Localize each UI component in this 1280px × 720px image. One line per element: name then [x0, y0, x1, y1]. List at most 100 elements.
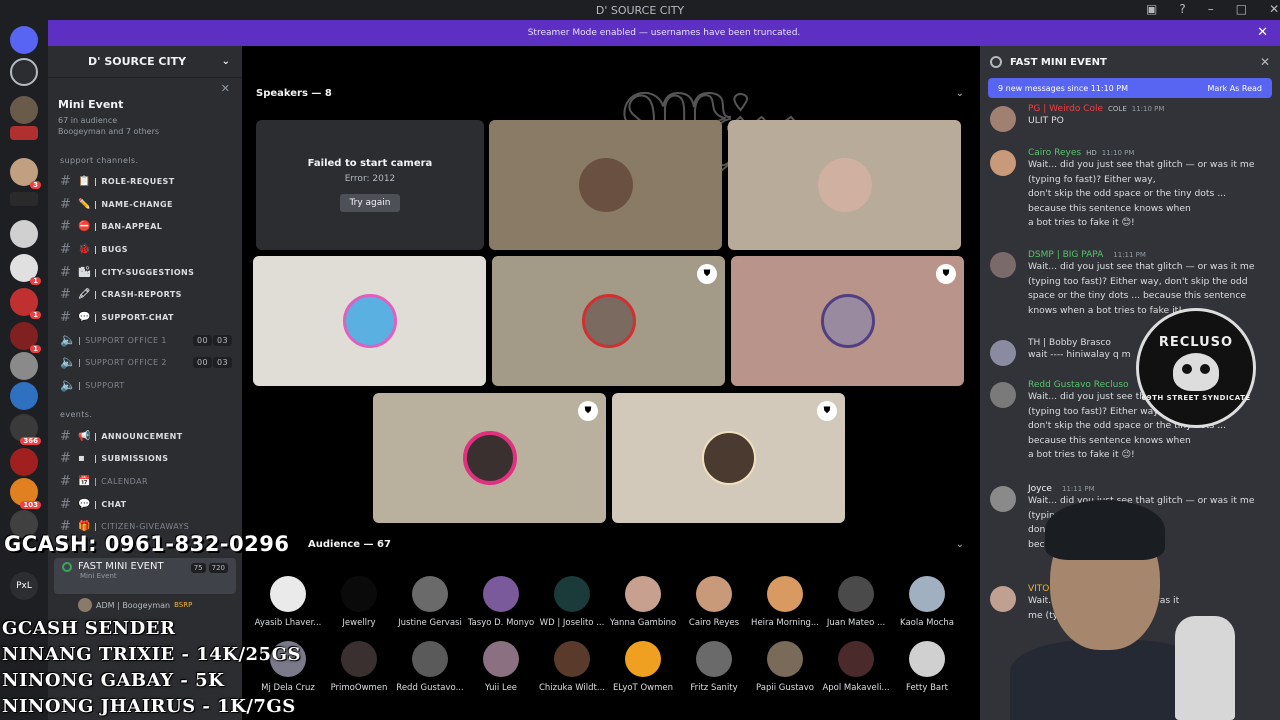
audience-member[interactable]: Kaola Mocha	[892, 576, 962, 628]
speaker-tile[interactable]: ⛊	[612, 393, 845, 523]
speaker-tile[interactable]: ⛊	[731, 256, 964, 386]
audience-member[interactable]: Fritz Sanity	[679, 641, 749, 693]
try-again-button[interactable]: Try again	[340, 194, 400, 212]
channel-item[interactable]: # ✏️ | NAME-CHANGE	[48, 193, 242, 216]
channel-item[interactable]: # 🖍 | CRASH-REPORTS	[48, 283, 242, 306]
audience-member[interactable]: Tasyo D. Monyo	[466, 576, 536, 628]
message-author[interactable]: Joyce	[1028, 484, 1052, 494]
audience-member[interactable]: WD | Joselito ...	[537, 576, 607, 628]
avatar[interactable]	[990, 382, 1016, 408]
avatar[interactable]	[990, 340, 1016, 366]
minimize-button[interactable]: –	[1208, 2, 1214, 16]
event-channel-item[interactable]: # 📅 | CALENDAR	[48, 470, 242, 493]
audience-member-name: Redd Gustavo...	[396, 683, 464, 693]
speaker-tile[interactable]	[489, 120, 722, 250]
close-icon[interactable]: ✕	[221, 82, 230, 95]
speaker-tile[interactable]: ⛊	[373, 393, 606, 523]
channel-item[interactable]: # 📋 | ROLE-REQUEST	[48, 170, 242, 193]
server-icon[interactable]: 1	[10, 288, 41, 319]
message-author[interactable]: Redd Gustavo Recluso	[1028, 380, 1129, 390]
server-icon[interactable]	[10, 192, 38, 206]
server-icon[interactable]: 3	[10, 158, 41, 189]
speaker-tile[interactable]	[728, 120, 961, 250]
audience-member[interactable]: Fetty Bart	[892, 641, 962, 693]
chevron-down-icon[interactable]: ⌄	[956, 539, 964, 550]
new-messages-bar[interactable]: 9 new messages since 11:10 PM Mark As Re…	[988, 78, 1272, 98]
server-icon[interactable]	[10, 448, 38, 476]
avatar	[412, 641, 448, 677]
speaker-tile[interactable]: ⛊	[492, 256, 725, 386]
audience-member-name: Fritz Sanity	[690, 683, 738, 693]
server-icon[interactable]: 1	[10, 322, 41, 353]
message-author[interactable]: PG | Weirdo Cole	[1028, 104, 1103, 114]
audience-member[interactable]: Justine Gervasi	[395, 576, 465, 628]
direct-messages-icon[interactable]	[10, 58, 38, 86]
audience-member[interactable]: Chizuka Wildt...	[537, 641, 607, 693]
avatar[interactable]	[990, 106, 1016, 132]
close-banner-button[interactable]: ✕	[1257, 25, 1268, 40]
chat-message: DSMP | BIG PAPA 11:11 PM Wait... did you j…	[990, 250, 1274, 318]
stage-card-title: Mini Event	[58, 98, 124, 111]
audience-member[interactable]: Yuii Lee	[466, 641, 536, 693]
channel-list: # 📋 | ROLE-REQUEST # ✏️ | NAME-CHANGE # ⛔ | BAN-APP…	[48, 170, 242, 397]
event-channel-item[interactable]: # 💬 | CHAT	[48, 493, 242, 516]
audience-member[interactable]: Papii Gustavo	[750, 641, 820, 693]
server-header[interactable]: D' SOURCE CITY ⌄	[48, 46, 242, 78]
maximize-button[interactable]: □	[1236, 2, 1247, 16]
server-pxl-icon[interactable]: PxL	[10, 572, 38, 600]
avatar[interactable]	[990, 252, 1016, 278]
server-icon[interactable]	[10, 126, 38, 140]
category-support[interactable]: support channels.	[48, 150, 242, 170]
avatar	[78, 598, 92, 613]
server-icon[interactable]	[10, 352, 38, 380]
event-channel-item[interactable]: # ▪ | SUBMISSIONS	[48, 448, 242, 471]
message-author[interactable]: Cairo Reyes	[1028, 148, 1081, 158]
active-voice-channel[interactable]: FAST MINI EVENT Mini Event 75 720	[54, 558, 236, 595]
voice-channel-item[interactable]: 🔈 | SUPPORT OFFICE 1 00 03	[48, 329, 242, 352]
role-tag: COLE	[1108, 105, 1127, 113]
audience-member[interactable]: Heira Morning...	[750, 576, 820, 628]
server-icon[interactable]	[10, 382, 38, 410]
channel-item[interactable]: # 🐞 | BUGS	[48, 238, 242, 261]
inbox-icon[interactable]: ▣	[1146, 2, 1157, 16]
voice-user[interactable]: ADM | Boogeyman BSRP	[48, 596, 242, 614]
server-icon[interactable]	[10, 96, 38, 124]
chevron-down-icon[interactable]: ⌄	[956, 88, 964, 99]
help-icon[interactable]: ?	[1179, 2, 1185, 16]
event-channel-item[interactable]: # 📢 | ANNOUNCEMENT	[48, 425, 242, 448]
discord-home-icon[interactable]	[10, 26, 38, 54]
avatar[interactable]	[990, 150, 1016, 176]
microphone-graphic	[1175, 616, 1235, 720]
audience-member[interactable]: PrimoOwmen	[324, 641, 394, 693]
voice-channel-item[interactable]: 🔈 | SUPPORT OFFICE 2 00 03	[48, 352, 242, 375]
hashtag-icon: #	[60, 219, 72, 235]
mark-as-read-button[interactable]: Mark As Read	[1207, 84, 1262, 93]
category-events[interactable]: events.	[48, 405, 242, 425]
audience-member-name: WD | Joselito ...	[539, 618, 605, 628]
audience-member[interactable]: Apol Makaveli...	[821, 641, 891, 693]
audience-member[interactable]: ELyoT Owmen	[608, 641, 678, 693]
server-icon[interactable]: 103	[10, 478, 41, 509]
audience-member[interactable]: Jewellry	[324, 576, 394, 628]
audience-member-name: Jewellry	[342, 618, 376, 628]
stage-card[interactable]: Mini Event 67 in audience Boogeyman and …	[48, 78, 242, 150]
audience-member[interactable]: Redd Gustavo...	[395, 641, 465, 693]
audience-member-name: Yuii Lee	[484, 683, 518, 693]
channel-item[interactable]: # 🏙 | CITY-SUGGESTIONS	[48, 261, 242, 284]
message-author[interactable]: TH | Bobby Brasco	[1028, 338, 1111, 348]
audience-member[interactable]: Ayasib Lhaver...	[253, 576, 323, 628]
channel-item[interactable]: # ⛔ | BAN-APPEAL	[48, 215, 242, 238]
channel-item[interactable]: # 💬 | SUPPORT-CHAT	[48, 306, 242, 329]
close-chat-button[interactable]: ✕	[1260, 55, 1270, 69]
audience-member[interactable]: Cairo Reyes	[679, 576, 749, 628]
message-author[interactable]: DSMP | BIG PAPA	[1028, 250, 1103, 260]
voice-channel-item[interactable]: 🔈 | SUPPORT	[48, 374, 242, 397]
moderator-shield-icon: ⛊	[578, 401, 598, 421]
speaker-tile[interactable]	[253, 256, 486, 386]
server-icon[interactable]: 366	[10, 414, 41, 445]
audience-member[interactable]: Juan Mateo ...	[821, 576, 891, 628]
close-window-button[interactable]: ✕	[1269, 2, 1279, 16]
server-icon[interactable]	[10, 220, 38, 248]
server-icon[interactable]: 1	[10, 254, 41, 285]
audience-member[interactable]: Yanna Gambino	[608, 576, 678, 628]
